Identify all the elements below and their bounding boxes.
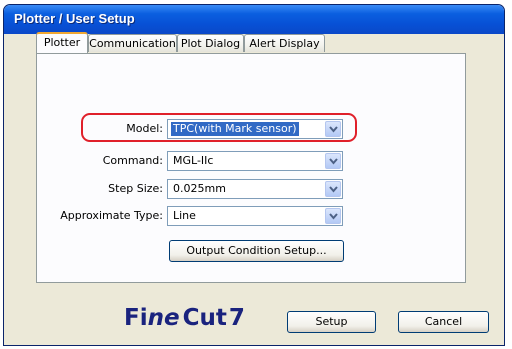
tab-plotter[interactable]: Plotter	[36, 32, 88, 53]
command-value: MGL-IIc	[173, 154, 214, 167]
setup-button[interactable]: Setup	[287, 311, 376, 333]
title-bar[interactable]: Plotter / User Setup	[4, 5, 504, 34]
command-dropdown[interactable]: MGL-IIc	[167, 151, 343, 171]
tab-alert-display[interactable]: Alert Display	[244, 34, 325, 52]
chevron-down-icon[interactable]	[325, 153, 341, 169]
step-size-value: 0.025mm	[173, 182, 226, 195]
approximate-type-dropdown[interactable]: Line	[167, 206, 343, 226]
logo-part-7: 7	[228, 305, 245, 331]
tab-plot-dialog[interactable]: Plot Dialog	[177, 34, 244, 52]
chevron-down-icon[interactable]	[325, 181, 341, 197]
approximate-type-label: Approximate Type:	[60, 209, 163, 222]
logo-part-fi: Fi	[124, 305, 148, 331]
window-title: Plotter / User Setup	[14, 11, 135, 26]
step-size-dropdown[interactable]: 0.025mm	[167, 179, 343, 199]
finecut-logo: Fine Cut7	[124, 305, 245, 331]
logo-part-ne: ne	[147, 305, 180, 331]
model-highlight-callout	[81, 113, 357, 142]
chevron-down-icon[interactable]	[325, 208, 341, 224]
output-condition-setup-button[interactable]: Output Condition Setup...	[169, 240, 344, 262]
command-label: Command:	[102, 154, 163, 167]
step-size-label: Step Size:	[108, 182, 163, 195]
logo-part-cut: Cut	[182, 305, 227, 331]
cancel-button[interactable]: Cancel	[398, 311, 489, 333]
approximate-type-value: Line	[173, 209, 196, 222]
tab-communication[interactable]: Communication	[88, 34, 177, 52]
